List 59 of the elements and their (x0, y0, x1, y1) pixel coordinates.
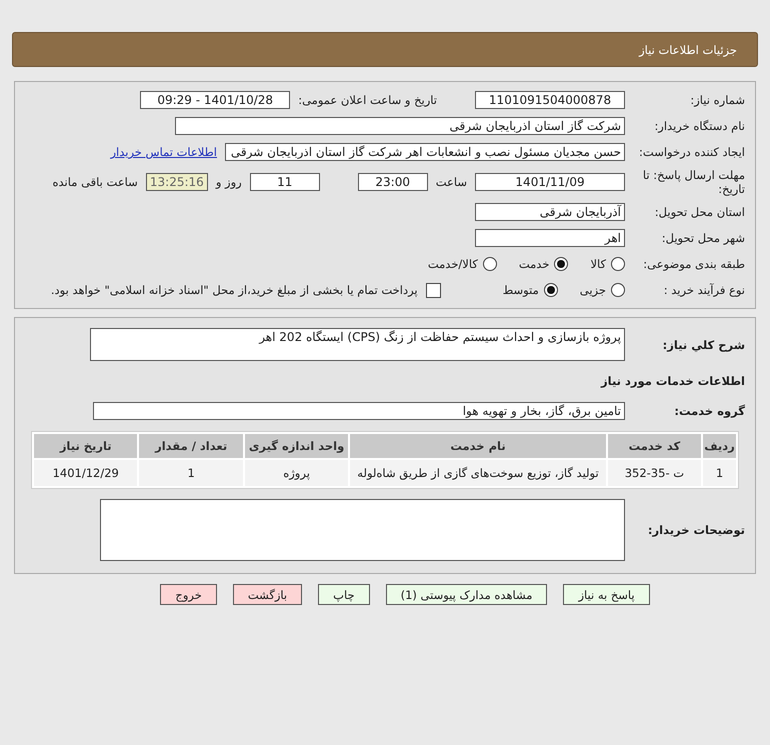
action-button[interactable]: پاسخ به نیاز (563, 584, 650, 605)
days-field: 11 (250, 173, 320, 191)
field-label: استان محل تحویل: (654, 205, 745, 219)
field-label: شهر محل تحویل: (660, 231, 745, 245)
table-cell: 1401/12/29 (34, 460, 138, 486)
section-heading: اطلاعات خدمات مورد نیاز (601, 374, 745, 388)
table-cell: 1 (703, 460, 736, 486)
column-header: واحد اندازه گیری (244, 434, 348, 458)
province-field: آذربایجان شرقی (475, 203, 625, 221)
field-label: شرح کلي نياز: (662, 338, 745, 352)
page-title: جزئیات اطلاعات نیاز (12, 32, 758, 67)
field-label: مهلت ارسال پاسخ: تا تاریخ: (642, 168, 745, 196)
remaining-time-field: 13:25:16 (146, 173, 208, 191)
checkbox[interactable] (426, 282, 441, 298)
service-group-field: تامین برق، گاز، بخار و تهویه هوا (93, 402, 625, 420)
field-label: روز و (216, 175, 242, 189)
field-label: ساعت (436, 175, 467, 189)
field-label: شماره نیاز: (689, 93, 745, 107)
table-cell: تولید گاز، توزیع سوخت‌های گازی از طریق شاه‌لوله (350, 460, 606, 486)
radio-label: خدمت (518, 257, 550, 271)
radio-button[interactable] (554, 257, 568, 271)
description-field: پروژه بازسازی و احداث سیستم حفاظت از زنگ (CPS) ایستگاه 202 اهر (90, 328, 625, 361)
column-header: ردیف (703, 434, 736, 458)
action-button[interactable]: چاپ (318, 584, 370, 605)
radio-label: جزیی (580, 283, 606, 297)
table-cell: پروژه (244, 460, 348, 486)
city-field: اهر (475, 229, 625, 247)
column-header: تاریخ نیاز (34, 434, 138, 458)
radio-button[interactable] (611, 283, 625, 297)
column-header: نام خدمت (350, 434, 606, 458)
radio-label: کالا/خدمت (428, 257, 478, 271)
table-cell: 1 (139, 460, 243, 486)
deadline-date-field: 1401/11/09 (475, 173, 625, 191)
deadline-time-field: 23:00 (358, 173, 428, 191)
field-label: ایجاد کننده درخواست: (638, 145, 745, 159)
column-header: تعداد / مقدار (139, 434, 243, 458)
field-label: طبقه بندی موضوعی: (642, 257, 745, 271)
field-label: توضیحات خریدار: (646, 523, 745, 537)
radio-button[interactable] (544, 283, 558, 297)
checkbox-label: پرداخت تمام یا بخشی از مبلغ خرید،از محل "اسناد خزانه اسلامی" خواهد بود. (50, 283, 418, 297)
field-label: نوع فرآیند خرید : (662, 283, 745, 297)
action-button[interactable]: خروج (160, 584, 217, 605)
contact-link[interactable]: اطلاعات تماس خریدار (110, 145, 217, 159)
creator-field: حسن مجدیان مسئول نصب و انشعابات اهر شرکت گاز استان اذربایجان شرقی (225, 143, 625, 161)
action-button[interactable]: مشاهده مدارک پیوستی (1) (386, 584, 548, 605)
radio-label: متوسط (502, 283, 539, 297)
need-number-field: 1101091504000878 (475, 91, 625, 109)
column-header: کد خدمت (608, 434, 702, 458)
field-label: نام دستگاه خریدار: (653, 119, 745, 133)
radio-button[interactable] (482, 257, 497, 271)
radio-button[interactable] (611, 257, 625, 271)
field-label: تاریخ و ساعت اعلان عمومی: (298, 93, 437, 107)
action-button[interactable]: بازگشت (232, 584, 302, 605)
field-label: ساعت باقی مانده (52, 175, 138, 189)
field-label: گروه خدمت: (673, 404, 745, 418)
buyer-org-field: شرکت گاز استان اذربایجان شرقی (175, 117, 625, 135)
announce-date-field: 1401/10/28 - 09:29 (140, 91, 290, 109)
table-cell: ت -35-352 (608, 460, 702, 486)
radio-label: کالا (590, 257, 606, 271)
